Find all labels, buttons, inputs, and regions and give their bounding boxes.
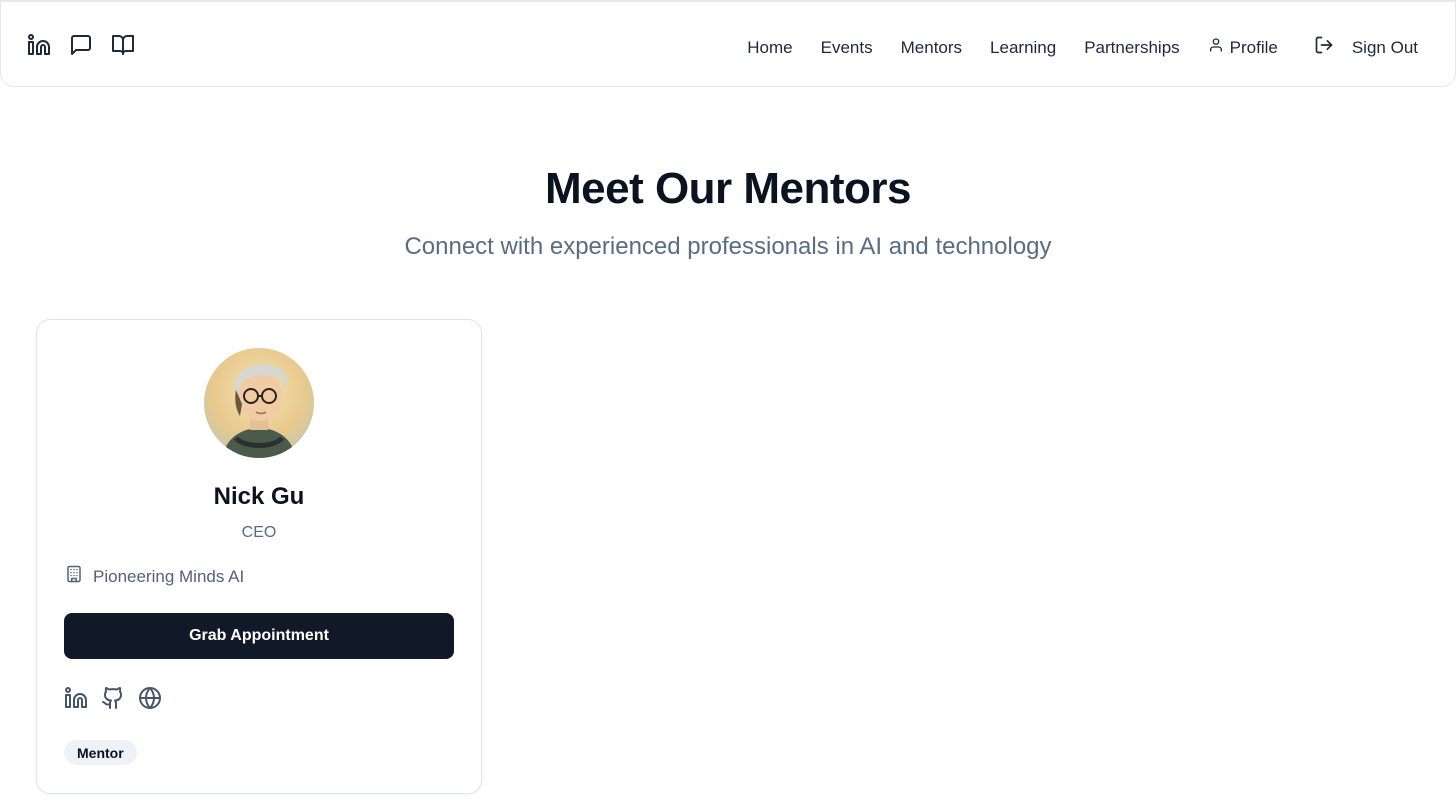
- mentor-company: Pioneering Minds AI: [65, 565, 244, 588]
- mentor-role: CEO: [241, 524, 277, 541]
- avatar: [204, 348, 314, 458]
- book-open-icon[interactable]: [111, 33, 135, 57]
- mentor-card: Nick Gu CEO Pioneering Minds AI Grab App…: [36, 319, 482, 794]
- main-nav: Home Events Mentors Learning Partnership…: [747, 35, 1418, 60]
- nav-events[interactable]: Events: [821, 38, 873, 58]
- nav-learning[interactable]: Learning: [990, 38, 1056, 58]
- nav-home[interactable]: Home: [747, 38, 792, 58]
- log-out-icon: [1314, 35, 1334, 60]
- top-navbar: Home Events Mentors Learning Partnership…: [0, 0, 1456, 87]
- company-name: Pioneering Minds AI: [93, 566, 245, 586]
- globe-icon[interactable]: [138, 686, 162, 710]
- building-icon: [65, 565, 83, 588]
- nav-profile[interactable]: Profile: [1208, 37, 1278, 58]
- mentor-name: Nick Gu: [213, 483, 305, 510]
- sign-out-button[interactable]: Sign Out: [1314, 35, 1418, 60]
- header-icon-group: [27, 33, 135, 57]
- message-square-icon[interactable]: [69, 33, 93, 57]
- page-subtitle: Connect with experienced professionals i…: [404, 233, 1052, 260]
- nav-profile-label: Profile: [1229, 37, 1278, 57]
- page-title: Meet Our Mentors: [544, 164, 912, 213]
- social-links: [64, 686, 162, 710]
- mentor-badge: Mentor: [64, 740, 137, 765]
- nav-mentors[interactable]: Mentors: [901, 38, 962, 58]
- linkedin-icon[interactable]: [27, 33, 51, 57]
- grab-appointment-button[interactable]: Grab Appointment: [64, 613, 454, 659]
- sign-out-label: Sign Out: [1351, 37, 1418, 57]
- user-icon: [1208, 37, 1224, 58]
- github-icon[interactable]: [101, 686, 125, 710]
- nav-partnerships[interactable]: Partnerships: [1084, 38, 1179, 58]
- linkedin-icon[interactable]: [64, 686, 88, 710]
